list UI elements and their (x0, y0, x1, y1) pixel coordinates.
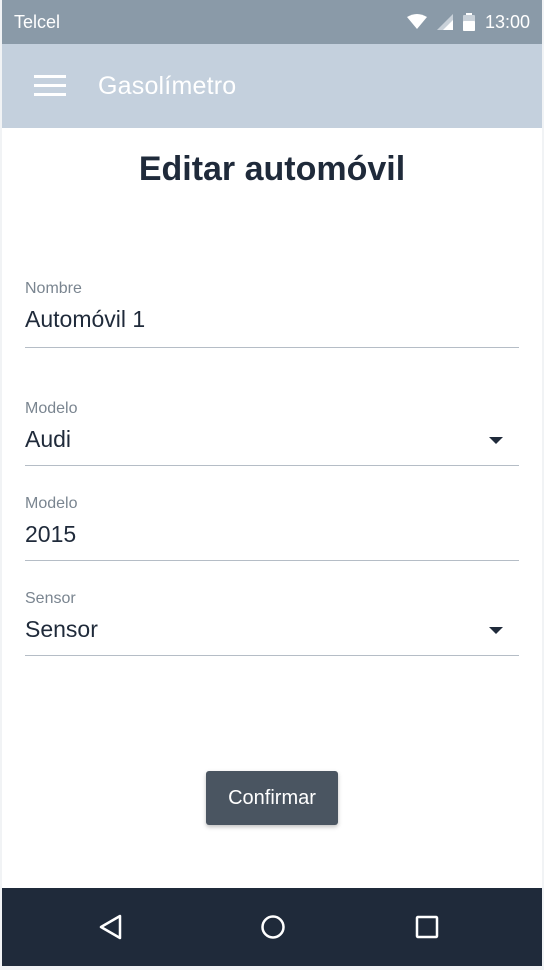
home-circle-icon (261, 915, 285, 939)
home-button[interactable] (253, 907, 293, 947)
brand-underline (25, 465, 519, 466)
recents-square-icon (415, 915, 439, 939)
name-underline (25, 347, 519, 348)
name-label: Nombre (25, 280, 82, 297)
year-underline (25, 560, 519, 561)
dropdown-arrow-icon[interactable] (489, 627, 503, 634)
clock: 13:00 (484, 11, 530, 32)
sensor-value[interactable]: Sensor (25, 616, 519, 650)
brand-select[interactable]: Modelo Audi (25, 400, 519, 466)
name-input[interactable]: Automóvil 1 (25, 306, 519, 340)
name-field[interactable]: Nombre Automóvil 1 (25, 280, 519, 348)
year-input[interactable]: 2015 (25, 521, 519, 555)
menu-button[interactable] (2, 44, 98, 128)
sensor-label: Sensor (25, 590, 76, 607)
sensor-underline (25, 655, 519, 656)
navigation-bar (2, 888, 542, 966)
brand-value[interactable]: Audi (25, 426, 519, 460)
confirm-button[interactable]: Confirmar (206, 771, 338, 825)
wifi-icon (406, 14, 427, 29)
dropdown-arrow-icon[interactable] (489, 437, 503, 444)
back-button[interactable] (91, 907, 131, 947)
brand-label: Modelo (25, 400, 78, 417)
app-bar: Gasolímetro (2, 44, 542, 128)
signal-icon (436, 14, 453, 30)
year-field[interactable]: Modelo 2015 (25, 495, 519, 561)
back-triangle-icon (99, 914, 122, 940)
edit-car-form: Editar automóvil Nombre Automóvil 1 Mode… (2, 128, 542, 888)
battery-icon (462, 13, 475, 31)
hamburger-icon (34, 75, 66, 96)
carrier-name: Telcel (14, 11, 61, 32)
year-label: Modelo (25, 495, 78, 512)
page-title: Editar automóvil (138, 150, 406, 188)
recents-button[interactable] (407, 907, 447, 947)
app-title: Gasolímetro (98, 71, 237, 100)
status-icons: 13:00 (406, 11, 530, 33)
status-bar: Telcel 13:00 (2, 0, 542, 44)
phone-screen: Telcel 13:00 Gasolímetro Editar automóvi… (2, 0, 542, 966)
sensor-select[interactable]: Sensor Sensor (25, 590, 519, 656)
